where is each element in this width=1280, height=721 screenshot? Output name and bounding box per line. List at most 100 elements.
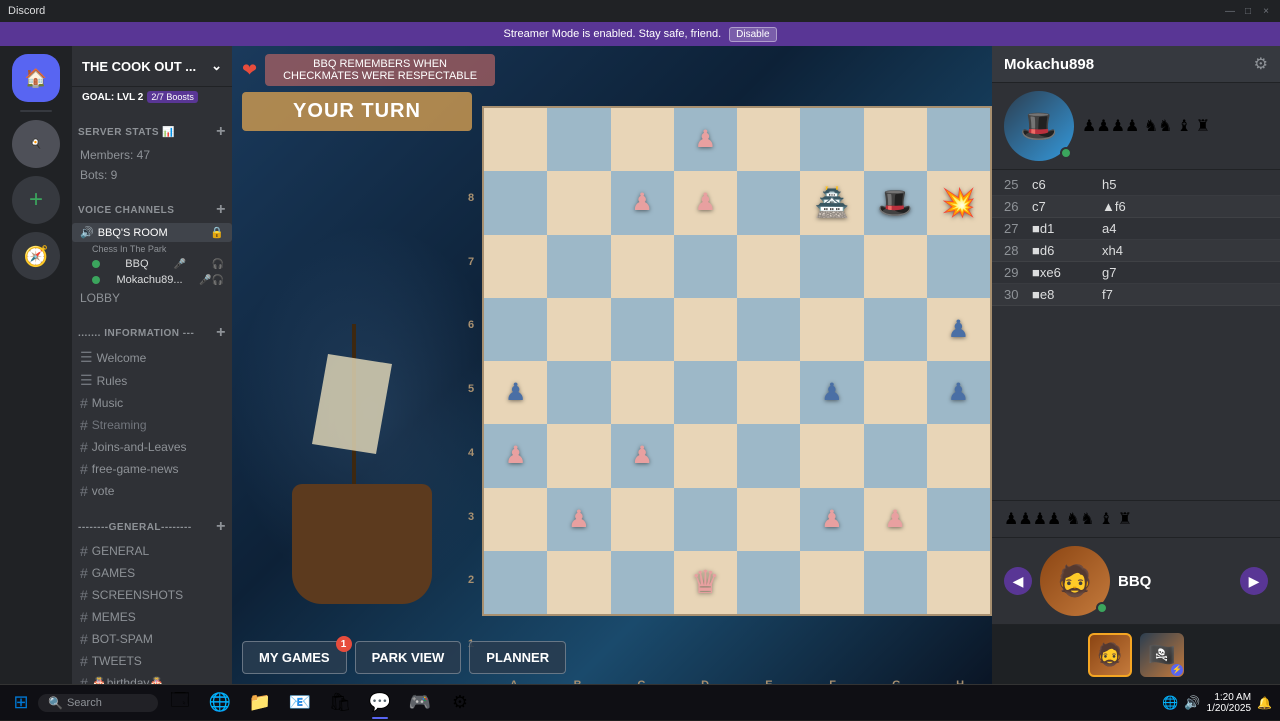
channel-botspam[interactable]: #BOT-SPAM [72,628,232,650]
channel-joins[interactable]: #Joins-and-Leaves [72,436,232,458]
channel-music[interactable]: #Music [72,392,232,414]
taskbar-search-bar[interactable]: 🔍 Search [38,694,158,712]
cell-3-6[interactable] [864,298,927,361]
add-voice-btn[interactable]: + [216,201,226,219]
home-server-icon[interactable]: 🏠 [12,54,60,102]
channel-streaming[interactable]: #Streaming [72,414,232,436]
cell-4-4[interactable] [737,361,800,424]
cell-6-1[interactable]: ♟ [547,488,610,551]
cell-2-0[interactable] [484,235,547,298]
cell-7-2[interactable] [611,551,674,614]
planner-button[interactable]: PLANNER [469,641,566,674]
network-icon[interactable]: 🌐 [1162,695,1178,711]
cell-2-4[interactable] [737,235,800,298]
channel-general[interactable]: #GENERAL [72,540,232,562]
cell-6-7[interactable] [927,488,990,551]
cell-2-2[interactable] [611,235,674,298]
disable-streamer-button[interactable]: Disable [729,27,776,42]
cell-7-6[interactable] [864,551,927,614]
my-games-button[interactable]: MY GAMES 1 [242,641,347,674]
cell-3-3[interactable] [674,298,737,361]
cell-4-2[interactable] [611,361,674,424]
channel-games[interactable]: #GAMES [72,562,232,584]
add-channel-btn[interactable]: + [216,123,226,141]
cell-3-5[interactable] [800,298,863,361]
boost-button[interactable]: 2/7 Boosts [147,91,198,103]
next-arrow[interactable]: ▶ [1240,567,1268,595]
channel-birthday[interactable]: #🎂birthday🎂 [72,672,232,684]
taskbar-browser[interactable]: 🌐 [202,685,238,721]
channel-screenshots[interactable]: #SCREENSHOTS [72,584,232,606]
cell-6-6[interactable]: ♟ [864,488,927,551]
cell-1-0[interactable] [484,171,547,234]
cell-2-1[interactable] [547,235,610,298]
cell-5-3[interactable] [674,424,737,487]
cell-6-5[interactable]: ♟ [800,488,863,551]
channel-rules[interactable]: ☰Rules [72,369,232,392]
cell-1-4[interactable] [737,171,800,234]
cell-1-7[interactable]: 💥 [927,171,990,234]
cook-out-server-icon[interactable]: 🍳 [12,120,60,168]
cell-5-6[interactable] [864,424,927,487]
taskbar-widgets[interactable]: 🗔 [162,685,198,721]
channel-freegames[interactable]: #free-game-news [72,458,232,480]
cell-4-1[interactable] [547,361,610,424]
cell-1-5[interactable]: 🏯 [800,171,863,234]
chess-board[interactable]: ♟♟♟🏯🎩💥♟♟♟♟♟♟♟♟♟♛ [482,106,992,616]
maximize-btn[interactable]: □ [1242,5,1254,17]
cell-1-1[interactable] [547,171,610,234]
cell-5-7[interactable] [927,424,990,487]
cell-7-0[interactable] [484,551,547,614]
add-server-icon[interactable]: + [12,176,60,224]
player-thumb-1[interactable]: 🧔 [1088,633,1132,677]
channel-memes[interactable]: #MEMES [72,606,232,628]
player-thumb-2[interactable]: 🏴‍☠️ ⚡ [1140,633,1184,677]
sound-icon[interactable]: 🔊 [1184,695,1200,711]
server-name-bar[interactable]: THE COOK OUT ... ⌄ [72,46,232,87]
cell-1-3[interactable]: ♟ [674,171,737,234]
taskbar-explorer[interactable]: 📁 [242,685,278,721]
cell-5-4[interactable] [737,424,800,487]
taskbar-discord[interactable]: 💬 [362,685,398,721]
start-button[interactable]: ⊞ [8,690,34,716]
cell-5-2[interactable]: ♟ [611,424,674,487]
cell-6-0[interactable] [484,488,547,551]
notification-btn[interactable]: 🔔 [1257,696,1272,710]
taskbar-mail[interactable]: 📧 [282,685,318,721]
cell-5-0[interactable]: ♟ [484,424,547,487]
cell-2-6[interactable] [864,235,927,298]
settings-gear-icon[interactable]: ⚙ [1254,54,1268,74]
cell-4-0[interactable]: ♟ [484,361,547,424]
cell-2-3[interactable] [674,235,737,298]
lobby-item[interactable]: LOBBY [72,288,232,308]
cell-2-7[interactable] [927,235,990,298]
prev-arrow[interactable]: ◀ [1004,567,1032,595]
cell-3-4[interactable] [737,298,800,361]
cell-2-5[interactable] [800,235,863,298]
cell-6-3[interactable] [674,488,737,551]
cell-3-0[interactable] [484,298,547,361]
taskbar-game[interactable]: 🎮 [402,685,438,721]
cell-3-1[interactable] [547,298,610,361]
minimize-btn[interactable]: — [1224,5,1236,17]
cell-1-2[interactable]: ♟ [611,171,674,234]
cell-1-6[interactable]: 🎩 [864,171,927,234]
cell-7-4[interactable] [737,551,800,614]
taskbar-settings[interactable]: ⚙ [442,685,478,721]
cell-4-5[interactable]: ♟ [800,361,863,424]
add-info-btn[interactable]: + [216,324,226,342]
cell-7-1[interactable] [547,551,610,614]
taskbar-store[interactable]: 🛍 [322,685,358,721]
cell-4-3[interactable] [674,361,737,424]
close-btn[interactable]: × [1260,5,1272,17]
cell-3-2[interactable] [611,298,674,361]
cell-7-5[interactable] [800,551,863,614]
cell-4-7[interactable]: ♟ [927,361,990,424]
cell-6-4[interactable] [737,488,800,551]
bbqs-room-channel[interactable]: 🔊 BBQ'S ROOM 🔒 [72,223,232,242]
channel-vote[interactable]: #vote [72,480,232,502]
cell-5-1[interactable] [547,424,610,487]
cell-7-3[interactable]: ♛ [674,551,737,614]
cell-4-6[interactable] [864,361,927,424]
add-general-btn[interactable]: + [216,518,226,536]
